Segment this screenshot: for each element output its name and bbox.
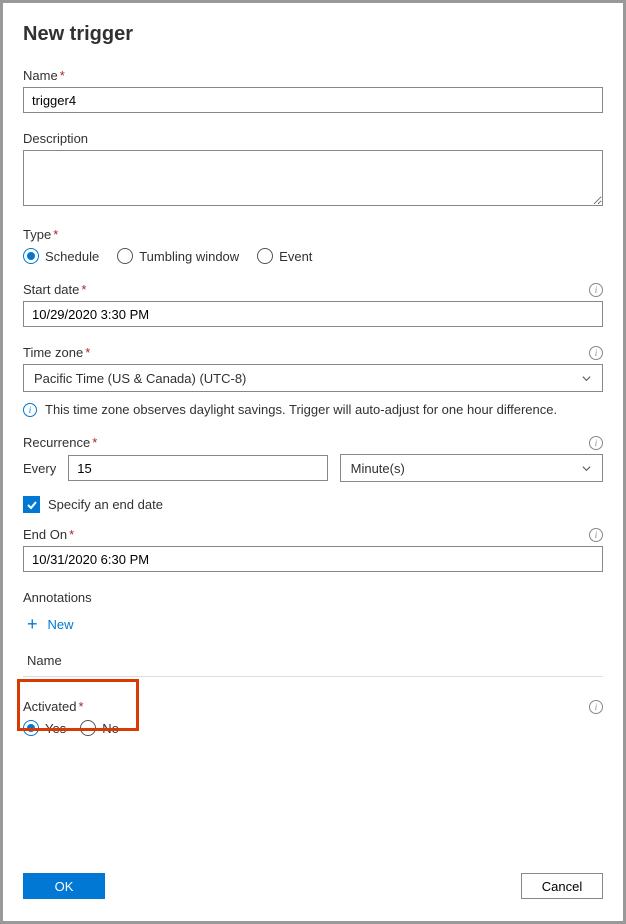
timezone-label: Time zone [23,345,83,360]
specify-end-label: Specify an end date [48,497,163,512]
info-icon[interactable]: i [589,528,603,542]
activated-label: Activated [23,699,76,714]
annotations-field: Annotations + New Name [23,590,603,677]
required-asterisk: * [60,68,65,83]
annotations-column-header: Name [23,645,603,677]
required-asterisk: * [92,435,97,450]
type-radio-schedule[interactable]: Schedule [23,248,99,264]
required-asterisk: * [53,227,58,242]
every-label: Every [23,461,56,476]
recurrence-field: Recurrence* i Every Minute(s) [23,435,603,482]
start-date-field: Start date* i [23,282,603,327]
name-field: Name* [23,68,603,113]
new-trigger-panel: New trigger Name* Description Type* Sche [0,0,626,924]
type-label: Type [23,227,51,242]
type-option-label: Tumbling window [139,249,239,264]
ok-button[interactable]: OK [23,873,105,899]
timezone-field: Time zone* i Pacific Time (US & Canada) … [23,345,603,392]
activated-field: Activated* i Yes No [23,699,603,736]
annotations-label: Annotations [23,590,92,605]
checkmark-icon [26,499,38,511]
recurrence-unit-value: Minute(s) [351,461,405,476]
type-field: Type* Schedule Tumbling window Event [23,227,603,264]
recurrence-label: Recurrence [23,435,90,450]
radio-circle-icon [80,720,96,736]
panel-content: New trigger Name* Description Type* Sche [3,3,623,865]
panel-footer: OK Cancel [3,865,623,921]
required-asterisk: * [69,527,74,542]
info-icon[interactable]: i [589,283,603,297]
plus-icon: + [27,615,38,633]
type-option-label: Event [279,249,312,264]
info-icon[interactable]: i [589,700,603,714]
name-input[interactable] [23,87,603,113]
description-label: Description [23,131,88,146]
info-icon[interactable]: i [589,346,603,360]
required-asterisk: * [78,699,83,714]
recurrence-value-input[interactable] [68,455,327,481]
end-on-label: End On [23,527,67,542]
activated-option-label: No [102,721,119,736]
specify-end-row: Specify an end date [23,496,603,513]
activated-option-label: Yes [45,721,66,736]
new-label: New [48,617,74,632]
required-asterisk: * [81,282,86,297]
start-date-input[interactable] [23,301,603,327]
radio-circle-icon [257,248,273,264]
timezone-value: Pacific Time (US & Canada) (UTC-8) [34,371,246,386]
type-option-label: Schedule [45,249,99,264]
start-date-label: Start date [23,282,79,297]
activated-radio-yes[interactable]: Yes [23,720,66,736]
timezone-note: i This time zone observes daylight savin… [23,402,603,417]
activated-radio-no[interactable]: No [80,720,119,736]
description-field: Description [23,131,603,209]
required-asterisk: * [85,345,90,360]
info-icon[interactable]: i [589,436,603,450]
info-icon: i [23,403,37,417]
timezone-select[interactable]: Pacific Time (US & Canada) (UTC-8) [23,364,603,392]
chevron-down-icon [581,373,592,384]
specify-end-checkbox[interactable] [23,496,40,513]
panel-title: New trigger [23,23,603,46]
annotations-new-button[interactable]: + New [23,609,78,639]
name-label: Name [23,68,58,83]
description-input[interactable] [23,150,603,206]
radio-circle-icon [23,720,39,736]
end-on-field: End On* i [23,527,603,572]
radio-circle-icon [23,248,39,264]
end-on-input[interactable] [23,546,603,572]
chevron-down-icon [581,463,592,474]
type-radio-event[interactable]: Event [257,248,312,264]
radio-circle-icon [117,248,133,264]
cancel-button[interactable]: Cancel [521,873,603,899]
type-radio-tumbling[interactable]: Tumbling window [117,248,239,264]
timezone-note-text: This time zone observes daylight savings… [45,402,557,417]
recurrence-unit-select[interactable]: Minute(s) [340,454,603,482]
